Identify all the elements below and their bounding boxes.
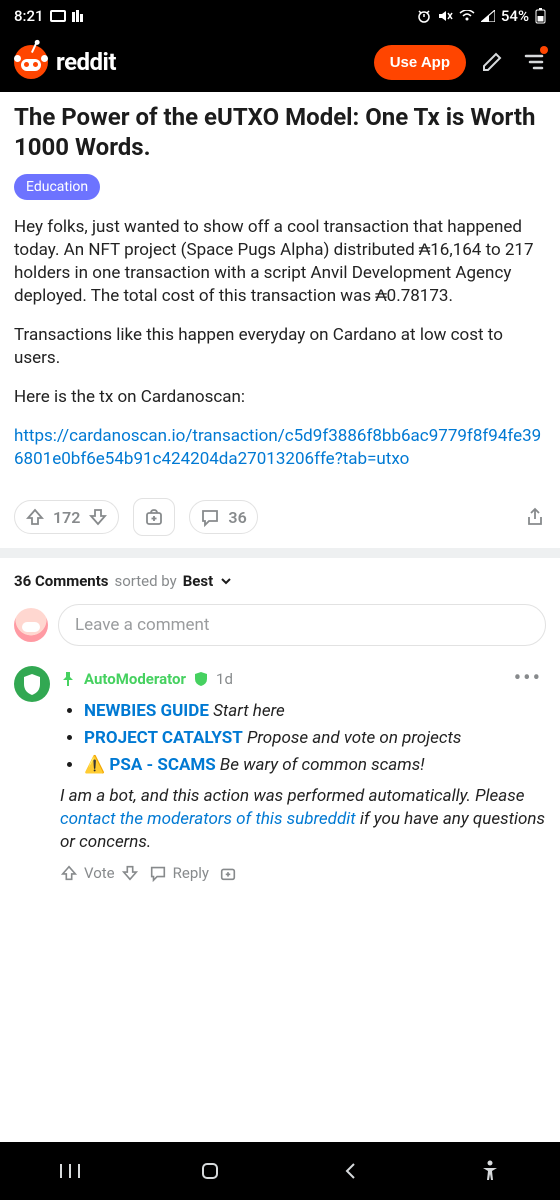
- automod-link[interactable]: NEWBIES GUIDE: [84, 701, 209, 721]
- award-comment-button[interactable]: [219, 864, 237, 882]
- comment-meta: AutoModerator 1d •••: [60, 666, 546, 691]
- android-nav-bar: [0, 1142, 560, 1200]
- more-icon[interactable]: •••: [514, 666, 546, 691]
- list-item: PROJECT CATALYST Propose and vote on pro…: [84, 726, 546, 751]
- wifi-icon: [459, 10, 475, 22]
- shield-icon: [22, 672, 42, 696]
- automod-signoff: I am a bot, and this action was performe…: [60, 785, 546, 854]
- snoo-icon: [14, 45, 48, 79]
- battery-text: 54%: [501, 7, 529, 25]
- edit-icon[interactable]: [478, 48, 506, 76]
- comments-header: 36 Comments sorted by Best: [0, 558, 560, 604]
- alarm-icon: [417, 9, 431, 23]
- post-paragraph: Transactions like this happen everyday o…: [14, 324, 546, 370]
- automod-link[interactable]: PROJECT CATALYST: [84, 728, 243, 748]
- sorted-by-label: sorted by: [115, 572, 177, 590]
- add-comment-row: Leave a comment: [0, 604, 560, 660]
- downvote-icon[interactable]: [121, 864, 139, 882]
- mod-shield-icon: [194, 671, 208, 687]
- comment-author[interactable]: AutoModerator: [84, 670, 186, 688]
- commenter-avatar[interactable]: [14, 666, 50, 702]
- list-item: NEWBIES GUIDE Start here: [84, 699, 546, 724]
- comment: AutoModerator 1d ••• NEWBIES GUIDE Start…: [0, 660, 560, 894]
- user-avatar[interactable]: [14, 608, 48, 642]
- upvote-icon[interactable]: [60, 864, 78, 882]
- warning-icon: ⚠️: [84, 755, 109, 775]
- notification-dot-icon: [540, 46, 548, 54]
- vote-label: Vote: [84, 864, 115, 882]
- reply-button[interactable]: Reply: [149, 864, 209, 882]
- vote-pill: 172: [14, 500, 119, 534]
- list-item: ⚠️ PSA - SCAMS Be wary of common scams!: [84, 753, 546, 778]
- app-header: reddit Use App: [0, 32, 560, 92]
- automod-link[interactable]: PSA - SCAMS: [109, 755, 215, 775]
- status-notif2-icon: [72, 10, 86, 22]
- chevron-down-icon[interactable]: [219, 574, 233, 588]
- nav-home[interactable]: [190, 1151, 230, 1191]
- comments-total: 36 Comments: [14, 572, 109, 590]
- section-divider: [0, 548, 560, 558]
- post-paragraph: Hey folks, just wanted to show off a coo…: [14, 216, 546, 308]
- post: The Power of the eUTXO Model: One Tx is …: [0, 92, 560, 470]
- comment-vote: Vote: [60, 864, 139, 882]
- award-button[interactable]: [133, 498, 175, 536]
- vote-score: 172: [53, 508, 80, 527]
- post-action-bar: 172 36: [0, 486, 560, 548]
- share-button[interactable]: [524, 506, 546, 528]
- reddit-logo[interactable]: reddit: [14, 45, 362, 79]
- nav-accessibility[interactable]: [470, 1151, 510, 1191]
- contact-mods-link[interactable]: contact the moderators of this subreddit: [60, 809, 356, 829]
- reddit-wordmark: reddit: [56, 48, 116, 76]
- comment-input[interactable]: Leave a comment: [58, 604, 546, 646]
- status-notif-icon: [50, 10, 66, 22]
- android-status-bar: 8:21 54%: [0, 0, 560, 32]
- comment-actions: Vote Reply: [60, 854, 546, 894]
- comments-pill[interactable]: 36: [189, 500, 257, 534]
- signal-icon: [481, 10, 495, 22]
- post-flair[interactable]: Education: [14, 174, 100, 200]
- post-paragraph: Here is the tx on Cardanoscan:: [14, 386, 546, 409]
- post-link[interactable]: https://cardanoscan.io/transaction/c5d9f…: [14, 426, 541, 469]
- comment-count: 36: [228, 508, 246, 527]
- downvote-icon[interactable]: [88, 507, 108, 527]
- status-time: 8:21: [14, 7, 44, 25]
- comment-list: NEWBIES GUIDE Start here PROJECT CATALYS…: [60, 699, 546, 777]
- menu-icon[interactable]: [518, 48, 546, 76]
- pin-icon: [60, 671, 76, 687]
- battery-icon: [535, 8, 546, 24]
- mute-icon: [437, 9, 453, 23]
- comment-age: 1d: [216, 670, 233, 688]
- post-body: Hey folks, just wanted to show off a coo…: [14, 216, 546, 470]
- sort-value[interactable]: Best: [183, 572, 213, 590]
- upvote-icon[interactable]: [25, 507, 45, 527]
- use-app-button[interactable]: Use App: [374, 45, 466, 80]
- post-title: The Power of the eUTXO Model: One Tx is …: [14, 102, 546, 162]
- nav-back[interactable]: [330, 1151, 370, 1191]
- nav-recents[interactable]: [50, 1151, 90, 1191]
